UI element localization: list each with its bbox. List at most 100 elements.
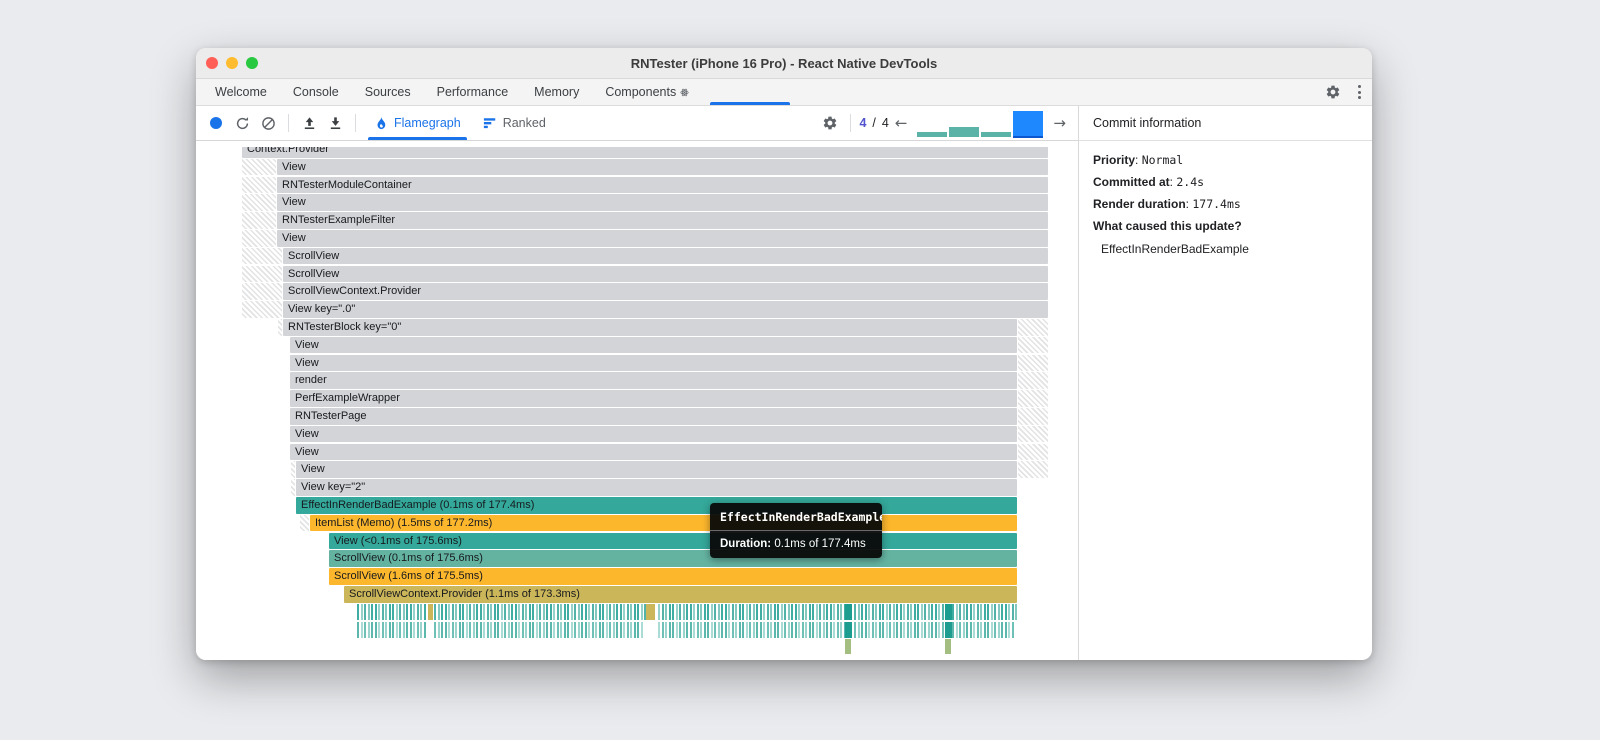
flame-bar-item[interactable] — [724, 603, 727, 621]
flame-bar-item[interactable] — [854, 603, 856, 621]
flame-bar-item[interactable] — [700, 603, 702, 621]
flame-bar-item[interactable] — [360, 621, 363, 639]
flame-bar-item[interactable] — [364, 621, 366, 639]
flame-bar-item[interactable] — [574, 603, 576, 621]
flame-bar-item[interactable] — [381, 621, 384, 639]
flame-bar-item[interactable] — [539, 621, 541, 639]
flame-bar-item[interactable] — [455, 603, 457, 621]
flame-bar-item[interactable] — [665, 621, 667, 639]
flame-bar-item[interactable] — [553, 603, 555, 621]
flame-bar-item[interactable] — [399, 603, 401, 621]
flame-bar-item[interactable] — [591, 621, 594, 639]
flame-bar-item[interactable] — [420, 621, 422, 639]
flame-bar-item[interactable] — [465, 621, 468, 639]
flame-bar[interactable]: ScrollViewContext.Provider (1.1ms of 173… — [344, 586, 1017, 603]
flame-bar-item[interactable] — [924, 621, 926, 639]
flame-bar-item[interactable] — [1001, 603, 1003, 621]
flame-bar-item[interactable] — [822, 603, 825, 621]
flame-bar-item[interactable] — [528, 603, 531, 621]
flame-bar-item[interactable] — [483, 621, 485, 639]
flame-bar-item[interactable] — [378, 603, 380, 621]
flame-bar-item[interactable] — [584, 603, 587, 621]
flame-bar-item[interactable] — [462, 603, 464, 621]
flame-bar-item[interactable] — [619, 603, 622, 621]
flame-bar-item[interactable] — [521, 621, 524, 639]
flame-bar-item[interactable] — [504, 621, 506, 639]
flame-bar-item[interactable] — [794, 603, 797, 621]
flame-bar-item[interactable] — [546, 621, 548, 639]
flame-bar-item[interactable] — [770, 621, 772, 639]
flame-bar-item[interactable] — [595, 621, 597, 639]
flame-bar-item[interactable] — [371, 621, 373, 639]
flame-bar-item[interactable] — [973, 621, 975, 639]
flame-bar-item[interactable] — [714, 603, 716, 621]
flame-bar-item[interactable] — [875, 621, 877, 639]
flame-bar-item[interactable] — [602, 603, 604, 621]
flame-bar-item[interactable] — [392, 621, 394, 639]
flame-bar-item[interactable] — [815, 603, 818, 621]
minimize-window-button[interactable] — [226, 57, 238, 69]
flame-bar-item[interactable] — [773, 603, 776, 621]
flame-bar-item[interactable] — [518, 621, 520, 639]
flame-bar-item[interactable] — [423, 603, 426, 621]
devtools-tab-sources[interactable]: Sources — [352, 79, 424, 105]
devtools-tab-components[interactable]: Components — [592, 79, 702, 105]
flame-bar-item[interactable] — [500, 603, 503, 621]
flame-bar-item[interactable] — [500, 621, 503, 639]
close-window-button[interactable] — [206, 57, 218, 69]
flame-bar-item[interactable] — [808, 621, 811, 639]
next-commit-button[interactable]: → — [1049, 114, 1070, 132]
settings-gear-icon[interactable] — [1321, 80, 1345, 104]
flame-bar-item[interactable] — [612, 603, 615, 621]
devtools-tab-performance[interactable]: Performance — [424, 79, 522, 105]
flame-bar-item[interactable] — [780, 603, 783, 621]
flame-bar-item[interactable] — [805, 603, 807, 621]
flame-bar-item[interactable] — [787, 621, 790, 639]
flame-bar-item[interactable] — [784, 621, 786, 639]
flame-bar-item[interactable] — [549, 621, 552, 639]
flame-bar-item[interactable] — [710, 603, 713, 621]
flame-bar-item[interactable] — [787, 603, 790, 621]
flame-bar[interactable]: View — [277, 158, 1048, 176]
flame-bar-item[interactable] — [861, 603, 863, 621]
flame-bar-item[interactable] — [731, 621, 734, 639]
flame-bar-item[interactable] — [637, 621, 639, 639]
flame-bar-item[interactable] — [714, 621, 716, 639]
flame-bar-item[interactable] — [896, 603, 898, 621]
flame-bar-item[interactable] — [973, 603, 975, 621]
flame-bar-item[interactable] — [959, 621, 961, 639]
flame-bar-item[interactable] — [402, 603, 405, 621]
flame-bar-item[interactable] — [458, 621, 461, 639]
flame-bar-item[interactable] — [875, 603, 877, 621]
flame-bar-item[interactable] — [420, 603, 422, 621]
flame-bar-item[interactable] — [661, 621, 664, 639]
flame-bar-item[interactable] — [486, 621, 489, 639]
flame-bar-item[interactable] — [812, 603, 814, 621]
flame-bar-item[interactable] — [563, 603, 566, 621]
flame-bar-item[interactable] — [546, 603, 548, 621]
flame-bar-item[interactable] — [574, 621, 576, 639]
flame-bar-item[interactable] — [696, 621, 699, 639]
flame-bar-item[interactable] — [857, 621, 860, 639]
flame-bar-item[interactable] — [479, 621, 482, 639]
flame-bar-item[interactable] — [756, 621, 758, 639]
flame-bar-item[interactable] — [633, 603, 636, 621]
devtools-tab-welcome[interactable]: Welcome — [202, 79, 280, 105]
flame-bar-item[interactable] — [840, 621, 842, 639]
flame-bar-item[interactable] — [777, 621, 779, 639]
flame-bar-item[interactable] — [469, 621, 471, 639]
flame-bar-item[interactable] — [931, 621, 933, 639]
flame-bar-item[interactable] — [927, 603, 930, 621]
flame-bar-item[interactable] — [836, 603, 839, 621]
flame-bar-item[interactable] — [987, 621, 989, 639]
flame-bar-item[interactable] — [605, 621, 608, 639]
flame-bar-item-wide[interactable] — [845, 621, 852, 639]
flame-bar-item[interactable] — [717, 621, 720, 639]
flame-bar[interactable]: RNTesterExampleFilter — [277, 212, 1048, 229]
flame-bar-item[interactable] — [826, 603, 828, 621]
devtools-tab-console[interactable]: Console — [280, 79, 352, 105]
flame-bar[interactable]: ScrollView — [283, 265, 1048, 283]
flame-bar-item[interactable] — [486, 603, 489, 621]
flame-bar-item[interactable] — [770, 603, 772, 621]
commit-chart-bar-1[interactable] — [917, 131, 948, 137]
